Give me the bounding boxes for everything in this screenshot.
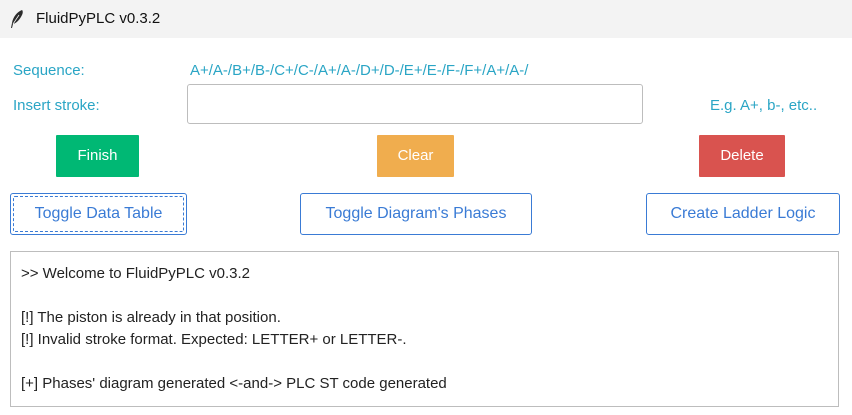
sequence-value: A+/A-/B+/B-/C+/C-/A+/A-/D+/D-/E+/E-/F-/F…: [190, 62, 529, 79]
console-line: [!] Invalid stroke format. Expected: LET…: [21, 331, 407, 348]
window-title: FluidPyPLC v0.3.2: [36, 10, 161, 27]
title-bar: FluidPyPLC v0.3.2: [0, 0, 852, 38]
console-line: >> Welcome to FluidPyPLC v0.3.2: [21, 265, 250, 282]
finish-button[interactable]: Finish: [56, 135, 139, 177]
console-line: [+] Phases' diagram generated <-and-> PL…: [21, 375, 447, 392]
create-ladder-logic-button[interactable]: Create Ladder Logic: [646, 193, 840, 235]
toggle-diagram-phases-button[interactable]: Toggle Diagram's Phases: [300, 193, 532, 235]
toggle-data-table-button[interactable]: Toggle Data Table: [10, 193, 187, 235]
delete-button[interactable]: Delete: [699, 135, 785, 177]
stroke-hint: E.g. A+, b-, etc..: [710, 97, 818, 114]
stroke-input[interactable]: [187, 84, 643, 124]
insert-stroke-label: Insert stroke:: [13, 97, 100, 114]
console-line: [!] The piston is already in that positi…: [21, 309, 281, 326]
sequence-label: Sequence:: [13, 62, 85, 79]
feather-quill-icon: [11, 10, 23, 28]
console-output[interactable]: >> Welcome to FluidPyPLC v0.3.2 [!] The …: [10, 251, 839, 407]
clear-button[interactable]: Clear: [377, 135, 454, 177]
